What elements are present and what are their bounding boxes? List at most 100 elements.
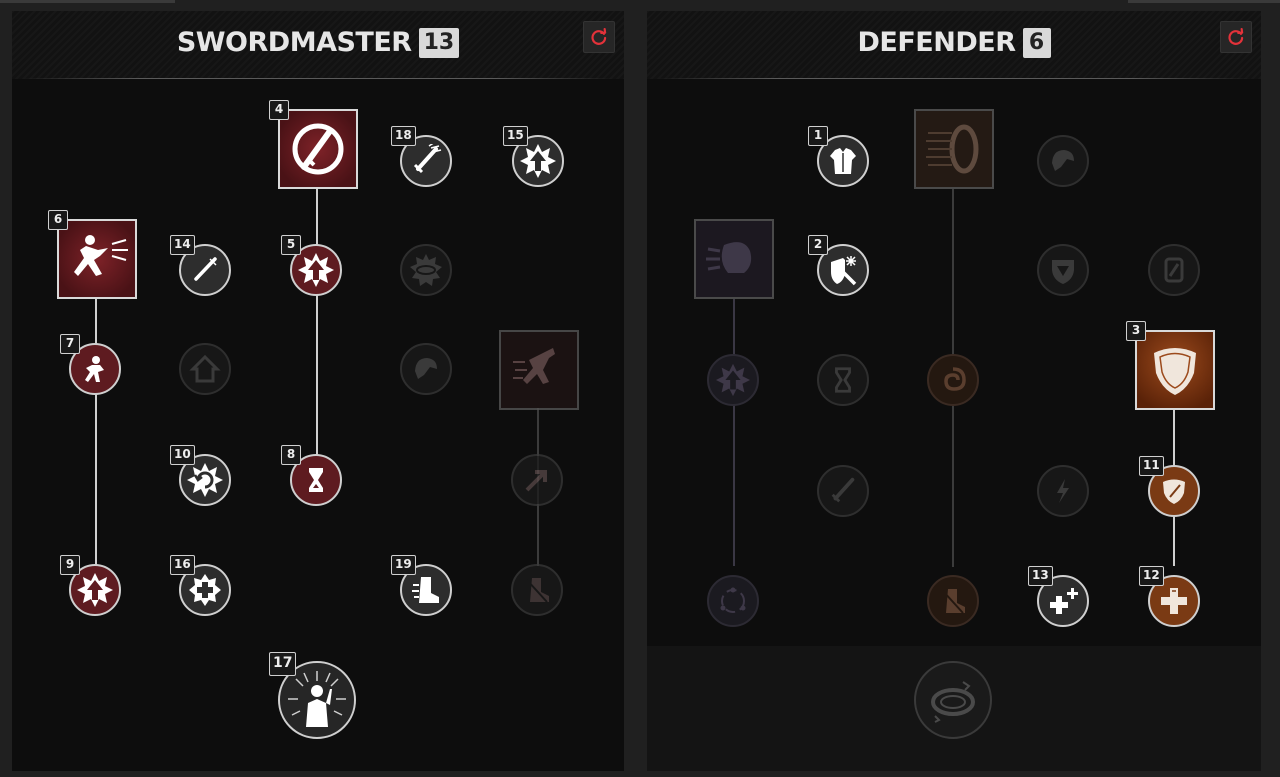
skill-node-swordmaster-5[interactable]: 5 [281, 235, 342, 296]
skill-node-swordmaster-8[interactable]: 8 [281, 445, 342, 506]
skill-node-defender-3[interactable]: 3 [1126, 321, 1215, 410]
health-cross-icon [189, 574, 221, 606]
skill-order-badge: 2 [808, 235, 828, 255]
skill-order-badge: 12 [1139, 566, 1164, 586]
skill-order-badge: 15 [503, 126, 528, 146]
refresh-icon [1228, 28, 1244, 45]
tree-header: SWORDMASTER 13 [12, 11, 624, 79]
skill-order-badge: 9 [60, 555, 80, 575]
arrow-up-burst-icon [77, 573, 113, 607]
tree-title: SWORDMASTER [176, 27, 412, 58]
skill-order-badge: 17 [269, 652, 297, 676]
skill-order-badge: 3 [1126, 321, 1146, 341]
health-cross-icon [1050, 588, 1078, 614]
reset-tree-button[interactable] [583, 21, 615, 53]
skill-node-locked[interactable] [707, 575, 759, 627]
skill-node-swordmaster-16[interactable]: 16 [170, 555, 231, 616]
sword-icon [831, 477, 855, 503]
skill-node-locked[interactable] [511, 454, 563, 506]
skill-node-swordmaster-18[interactable]: 18 [391, 126, 452, 187]
top-tab [1128, 0, 1280, 3]
tree-points-badge: 13 [418, 27, 460, 58]
sword-icon [413, 144, 442, 174]
skill-node-locked[interactable] [499, 330, 579, 410]
skill-node-swordmaster-9[interactable]: 9 [60, 555, 121, 616]
top-tab [0, 0, 175, 3]
skill-node-locked[interactable] [1148, 244, 1200, 296]
skill-node-locked[interactable] [927, 354, 979, 406]
skill-node-swordmaster-17[interactable]: 17 [269, 652, 356, 739]
skill-node-locked-ultimate[interactable] [914, 661, 992, 739]
tree-points-badge: 6 [1022, 27, 1051, 58]
burst-icon [187, 463, 223, 497]
fighter-icon [85, 356, 104, 382]
skill-node-locked[interactable] [179, 343, 231, 395]
skill-node-locked[interactable] [707, 354, 759, 406]
dash-attack-icon [74, 235, 128, 276]
sword-slash-icon [292, 123, 344, 175]
skill-connector [733, 298, 735, 566]
armor-icon [830, 148, 856, 174]
skill-node-defender-11[interactable]: 11 [1139, 456, 1200, 517]
shield-icon [1154, 348, 1196, 395]
skill-node-locked[interactable] [817, 465, 869, 517]
whirlwind-icon [410, 254, 442, 286]
ground-ring-icon [931, 681, 975, 723]
skill-node-locked[interactable] [914, 109, 994, 189]
health-cross-icon [1161, 588, 1187, 614]
tree-title: DEFENDER [857, 27, 1017, 58]
skill-order-badge: 14 [170, 235, 195, 255]
fist-icon [706, 242, 752, 273]
house-arrow-icon [189, 354, 221, 383]
skill-node-locked[interactable] [1037, 135, 1089, 187]
skill-node-swordmaster-4[interactable]: 4 [269, 100, 358, 189]
skill-order-badge: 19 [391, 555, 416, 575]
card-icon [1164, 257, 1184, 283]
shield-ice-icon [831, 256, 857, 286]
tree-header: DEFENDER 6 [647, 11, 1261, 79]
skill-node-swordmaster-7[interactable]: 7 [60, 334, 121, 395]
arrow-up-burst-icon [520, 144, 556, 178]
skill-node-locked[interactable] [400, 343, 452, 395]
boot-icon [942, 589, 965, 614]
skill-node-locked[interactable] [1037, 244, 1089, 296]
skill-order-badge: 7 [60, 334, 80, 354]
boot-icon [412, 577, 439, 603]
helmet-icon [1052, 150, 1074, 171]
skill-order-badge: 18 [391, 126, 416, 146]
orbit-stars-icon [720, 587, 746, 613]
boot-icon [526, 578, 549, 603]
reset-tree-button[interactable] [1220, 21, 1252, 53]
skill-node-locked[interactable] [694, 219, 774, 299]
refresh-icon [591, 28, 607, 45]
arrow-up-burst-icon [298, 253, 334, 287]
helmet-icon [415, 358, 437, 379]
skill-node-defender-2[interactable]: 2 [808, 235, 869, 296]
skill-node-locked[interactable] [511, 564, 563, 616]
skill-order-badge: 5 [281, 235, 301, 255]
skill-order-badge: 13 [1028, 566, 1053, 586]
skill-node-swordmaster-14[interactable]: 14 [170, 235, 231, 296]
skill-node-swordmaster-6[interactable]: 6 [48, 210, 137, 299]
shield-icon [1163, 479, 1185, 504]
skill-node-swordmaster-19[interactable]: 19 [391, 555, 452, 616]
arrow-icon [525, 470, 547, 492]
skill-node-defender-13[interactable]: 13 [1028, 566, 1089, 627]
lightning-icon [1057, 479, 1069, 503]
skill-order-badge: 4 [269, 100, 289, 120]
skill-order-badge: 8 [281, 445, 301, 465]
skill-node-locked[interactable] [927, 575, 979, 627]
skill-node-locked[interactable] [1037, 465, 1089, 517]
skill-node-swordmaster-10[interactable]: 10 [170, 445, 231, 506]
empowered-figure-icon [288, 671, 346, 727]
skill-connector [316, 187, 318, 455]
skill-node-defender-12[interactable]: 12 [1139, 566, 1200, 627]
skill-node-swordmaster-15[interactable]: 15 [503, 126, 564, 187]
skill-order-badge: 11 [1139, 456, 1164, 476]
skill-node-defender-1[interactable]: 1 [808, 126, 869, 187]
skill-node-locked[interactable] [817, 354, 869, 406]
arrow-up-burst-icon [715, 363, 751, 397]
skill-node-locked[interactable] [400, 244, 452, 296]
shield-emblem-icon [1052, 260, 1074, 284]
skill-connector [95, 298, 97, 566]
